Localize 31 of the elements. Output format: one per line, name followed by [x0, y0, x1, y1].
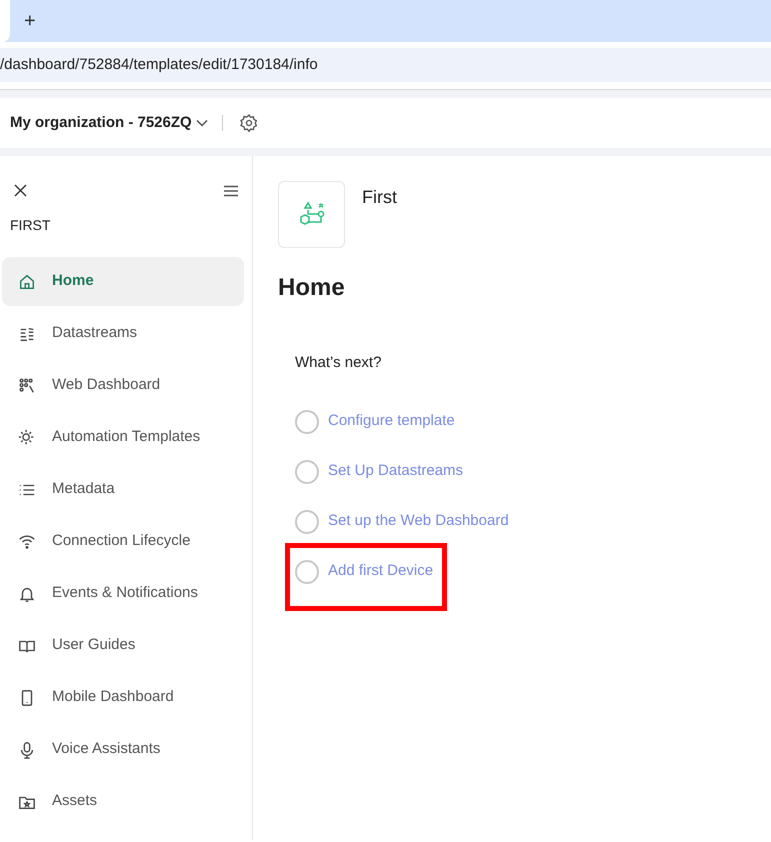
step-checkbox[interactable]	[295, 460, 319, 484]
menu-icon[interactable]	[224, 184, 238, 196]
sun-icon	[18, 428, 36, 446]
sidebar-item[interactable]: Metadata	[2, 465, 244, 514]
sidebar-item[interactable]: Mobile Dashboard	[2, 673, 244, 722]
home-icon	[18, 272, 36, 290]
template-title: FIRST	[10, 216, 52, 235]
sidebar-item[interactable]: Automation Templates	[2, 413, 244, 462]
sidebar-item[interactable]: Voice Assistants	[2, 725, 244, 774]
wifi-icon	[18, 532, 36, 550]
organization-selector[interactable]: My organization - 7526ZQ	[10, 112, 192, 134]
close-icon[interactable]	[14, 184, 27, 197]
dashboard-grid-icon	[18, 376, 36, 394]
sidebar-item[interactable]: Events & Notifications	[2, 569, 244, 618]
new-tab-button[interactable]: +	[24, 6, 36, 36]
template-name: First	[362, 186, 397, 209]
step-checkbox[interactable]	[295, 560, 319, 584]
step-checkbox[interactable]	[295, 410, 319, 434]
settings-icon[interactable]	[238, 113, 259, 133]
sidebar-item[interactable]: Datastreams	[2, 309, 244, 358]
step-checkbox[interactable]	[295, 510, 319, 534]
section-title: What’s next?	[295, 353, 382, 373]
sidebar-item[interactable]: Connection Lifecycle	[2, 517, 244, 566]
microphone-icon	[18, 740, 36, 758]
browser-tab[interactable]	[0, 0, 10, 42]
sidebar-item[interactable]: Home	[2, 257, 244, 306]
sidebar-item[interactable]: User Guides	[2, 621, 244, 670]
sidebar-item[interactable]: Web Dashboard	[2, 361, 244, 410]
sidebar-item[interactable]: Assets	[2, 777, 244, 826]
page-heading: Home	[278, 273, 346, 303]
chevron-down-icon	[196, 119, 208, 127]
